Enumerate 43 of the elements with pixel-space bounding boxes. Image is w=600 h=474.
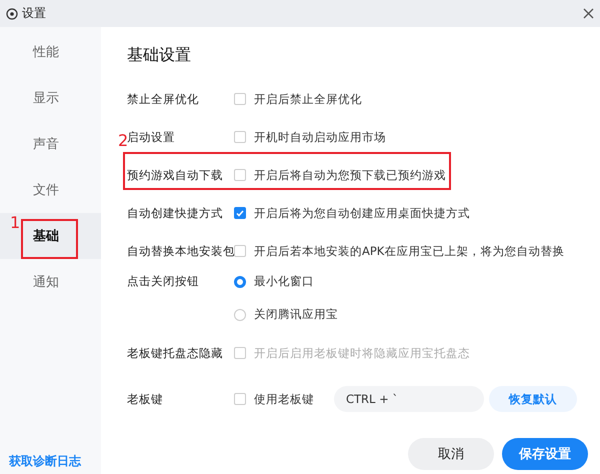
radio-button[interactable] xyxy=(234,276,246,288)
option-text: 最小化窗口 xyxy=(254,274,314,289)
checkbox[interactable] xyxy=(234,131,246,143)
hotkey-field[interactable]: CTRL + ` xyxy=(334,386,484,412)
annotation-number: 1 xyxy=(10,214,20,232)
diagnostic-log-link[interactable]: 获取诊断日志 xyxy=(0,453,101,474)
option-text: 开启后禁止全屏优化 xyxy=(254,92,362,106)
checkbox[interactable] xyxy=(234,245,246,257)
save-button[interactable]: 保存设置 xyxy=(502,438,588,470)
setting-label: 点击关闭按钮 xyxy=(127,274,200,289)
window-title: 设置 xyxy=(22,5,46,22)
checkbox[interactable] xyxy=(234,207,246,219)
close-icon[interactable] xyxy=(583,8,594,19)
setting-label: 老板键托盘态隐藏 xyxy=(127,346,224,360)
option-text: 开启后将为您自动创建应用桌面快捷方式 xyxy=(254,206,470,220)
checkbox[interactable] xyxy=(234,169,246,181)
sidebar-item[interactable]: 性能 xyxy=(0,29,101,75)
settings-icon xyxy=(6,8,18,20)
checkbox[interactable] xyxy=(234,393,246,405)
option-text: 开启后将自动为您预下载已预约游戏 xyxy=(254,168,446,182)
option-text: 开启后若本地安装的APK在应用宝已上架，将为您自动替换 xyxy=(254,244,564,258)
radio-button[interactable] xyxy=(234,308,246,320)
sidebar-item[interactable]: 声音 xyxy=(0,121,101,167)
sidebar-item[interactable]: 通知 xyxy=(0,259,101,305)
option-text: 使用老板键 xyxy=(254,392,314,406)
setting-label: 自动创建快捷方式 xyxy=(127,206,224,220)
annotation-number: 2 xyxy=(118,132,128,150)
setting-label: 禁止全屏优化 xyxy=(127,92,200,106)
setting-label: 自动替换本地安装包 xyxy=(127,244,234,258)
option-text: 关闭腾讯应用宝 xyxy=(254,307,338,322)
annotation-frame xyxy=(21,219,78,259)
restore-default-button[interactable]: 恢复默认 xyxy=(489,386,577,412)
sidebar-item[interactable]: 文件 xyxy=(0,167,101,213)
setting-label: 老板键 xyxy=(127,392,164,406)
cancel-button[interactable]: 取消 xyxy=(408,438,494,470)
option-text: 开机时自动启动应用市场 xyxy=(254,130,386,144)
section-heading: 基础设置 xyxy=(127,45,192,66)
setting-label: 启动设置 xyxy=(127,130,176,144)
checkbox[interactable] xyxy=(234,93,246,105)
option-text: 开启后启用老板键时将隐藏应用宝托盘态 xyxy=(254,346,470,360)
sidebar-item[interactable]: 基础 1 xyxy=(0,213,101,259)
sidebar-item[interactable]: 显示 xyxy=(0,75,101,121)
setting-label: 预约游戏自动下载 xyxy=(127,168,224,182)
